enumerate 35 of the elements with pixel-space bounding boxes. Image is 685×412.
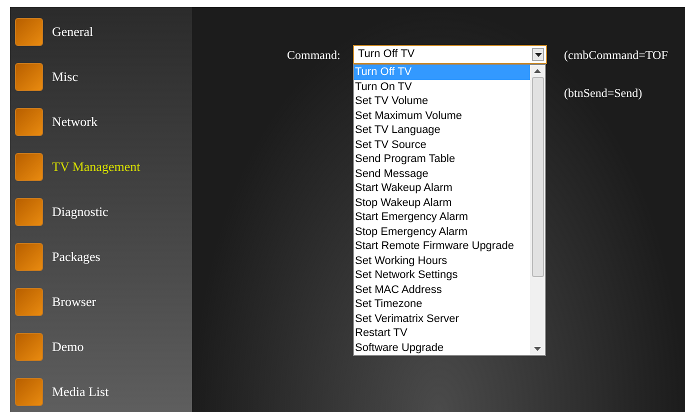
dropdown-option[interactable]: Set TV Language [354, 123, 530, 138]
dropdown-option[interactable]: Set Network Settings [354, 268, 530, 282]
dropdown-option[interactable]: Set Timezone [354, 297, 530, 312]
dropdown-option[interactable]: Set MAC Address [354, 282, 530, 297]
dropdown-option[interactable]: Set TV Source [354, 138, 530, 152]
dropdown-option[interactable]: Start Remote Firmware Upgrade [354, 239, 530, 254]
sidebar-item[interactable]: Diagnostic [52, 202, 108, 222]
dropdown-option[interactable]: Restart TV [354, 326, 530, 340]
command-dropdown[interactable]: Turn Off TV [353, 45, 547, 64]
scrollbar[interactable] [530, 65, 545, 355]
dropdown-option[interactable]: Send Message [354, 166, 530, 181]
caret-icon [532, 48, 544, 61]
command-note: (cmbCommand=TOF [564, 47, 668, 64]
sidebar-item[interactable]: Network [52, 112, 98, 132]
dropdown-option[interactable]: Stop Wakeup Alarm [354, 196, 530, 210]
command-label: Command: [287, 47, 342, 64]
sidebar-item[interactable]: TV Management [52, 157, 140, 177]
dropdown-option[interactable]: Set Working Hours [354, 254, 530, 268]
sidebar-item[interactable]: Demo [52, 337, 84, 357]
dropdown-option[interactable]: Set Verimatrix Server [354, 312, 530, 326]
sidebar-item[interactable]: Media List [52, 382, 109, 402]
dropdown-option[interactable]: Software Upgrade [354, 340, 530, 355]
sidebar-item[interactable]: Packages [52, 247, 100, 267]
dropdown-option[interactable]: Start Wakeup Alarm [354, 181, 530, 196]
send-note: (btnSend=Send) [564, 85, 644, 102]
scroll-thumb[interactable] [532, 77, 544, 277]
dropdown-option[interactable]: Start Emergency Alarm [354, 210, 530, 224]
sidebar-item[interactable]: General [52, 22, 94, 42]
sidebar-item[interactable]: Browser [52, 292, 96, 312]
dropdown-option[interactable]: Set TV Volume [354, 94, 530, 108]
dropdown-option[interactable]: Stop Emergency Alarm [354, 224, 530, 239]
dropdown-option[interactable]: Set Maximum Volume [354, 108, 530, 123]
dropdown-option[interactable]: Send Program Table [354, 152, 530, 166]
dropdown-option[interactable]: Turn On TV [354, 80, 530, 94]
sidebar-item[interactable]: Misc [52, 67, 78, 87]
